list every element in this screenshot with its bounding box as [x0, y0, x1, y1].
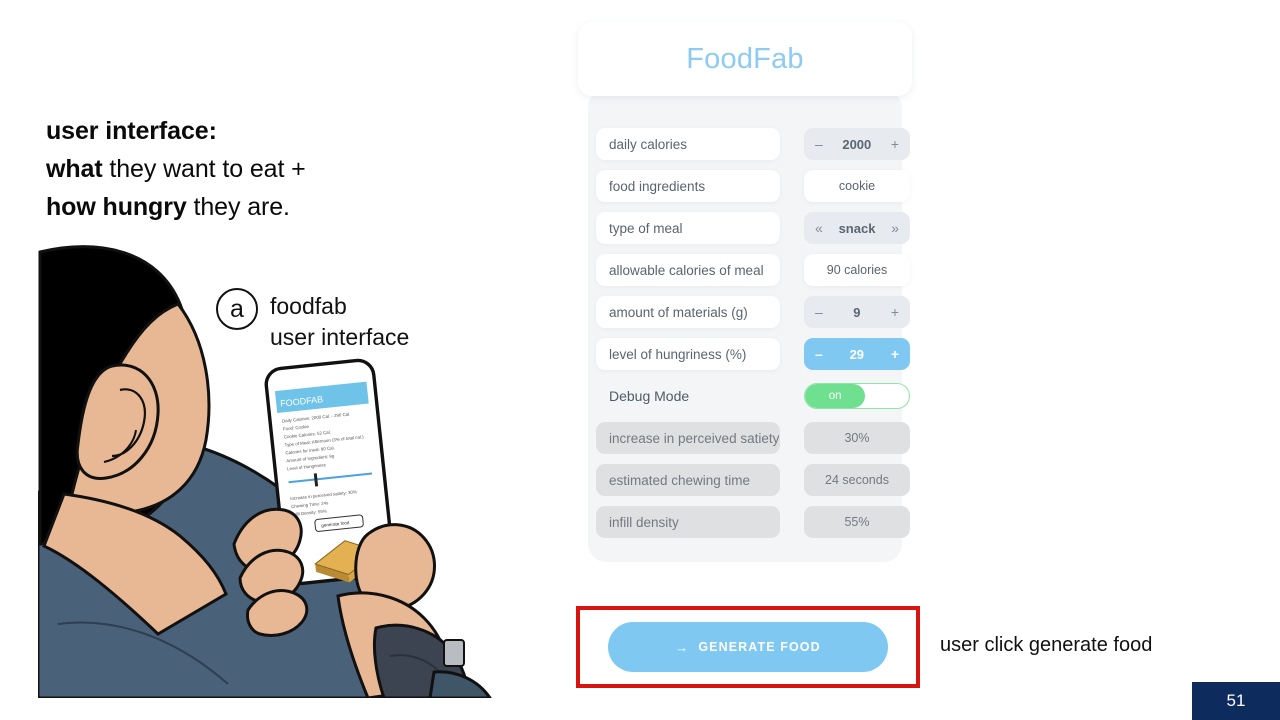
arrow-right-icon: →: [675, 639, 690, 655]
toggle-debug-mode[interactable]: on: [804, 383, 910, 409]
row-label-infill-density: infill density: [596, 506, 780, 538]
table-row: amount of materials (g) – 9 +: [596, 296, 912, 328]
row-label-type-of-meal: type of meal: [596, 212, 780, 244]
app-header: FoodFab: [578, 22, 912, 96]
row-label-perceived-satiety: increase in perceived satiety: [596, 422, 780, 454]
headline-line-3: how hungry they are.: [46, 188, 546, 226]
row-label-daily-calories: daily calories: [596, 128, 780, 160]
value-chewing-time: 24 seconds: [804, 464, 910, 496]
table-row: infill density 55%: [596, 506, 912, 538]
minus-icon[interactable]: –: [815, 137, 823, 151]
table-row: level of hungriness (%) – 29 +: [596, 338, 912, 370]
value-perceived-satiety: 30%: [804, 422, 910, 454]
chevron-left-icon[interactable]: «: [815, 221, 823, 235]
plus-icon[interactable]: +: [891, 347, 899, 361]
foodfab-app-mock: FoodFab daily calories – 2000 + food ing…: [578, 22, 912, 562]
generate-food-highlight-box: → GENERATE FOOD: [576, 606, 920, 688]
stepper-amount-of-materials[interactable]: – 9 +: [804, 296, 910, 328]
value-daily-calories: 2000: [842, 136, 872, 152]
headline-line-2: what they want to eat +: [46, 150, 546, 188]
headline-line-2-rest: they want to eat +: [102, 155, 306, 183]
table-row: estimated chewing time 24 seconds: [596, 464, 912, 496]
annotation-click-note: user click generate food: [940, 634, 1153, 656]
plus-icon[interactable]: +: [891, 305, 899, 319]
stepper-daily-calories[interactable]: – 2000 +: [804, 128, 910, 160]
value-infill-density: 55%: [804, 506, 910, 538]
row-label-allowable-calories: allowable calories of meal: [596, 254, 780, 286]
table-row: food ingredients cookie: [596, 170, 912, 202]
value-food-ingredients[interactable]: cookie: [804, 170, 910, 202]
row-label-food-ingredients: food ingredients: [596, 170, 780, 202]
row-label-chewing-time: estimated chewing time: [596, 464, 780, 496]
row-label-level-of-hungriness: level of hungriness (%): [596, 338, 780, 370]
chevron-right-icon[interactable]: »: [891, 221, 899, 235]
selector-type-of-meal[interactable]: « snack »: [804, 212, 910, 244]
settings-row-list: daily calories – 2000 + food ingredients…: [596, 128, 912, 548]
headline-line-3-rest: they are.: [186, 193, 290, 221]
table-row: allowable calories of meal 90 calories: [596, 254, 912, 286]
page-title: user interface: what they want to eat + …: [46, 112, 546, 226]
headline-line-2-bold: what: [46, 155, 103, 183]
minus-icon[interactable]: –: [815, 305, 823, 319]
row-label-debug-mode: Debug Mode: [609, 388, 690, 404]
plus-icon[interactable]: +: [891, 137, 899, 151]
row-label-amount-of-materials: amount of materials (g): [596, 296, 780, 328]
illustration-person-holding-phone: FOODFAB Daily Calories: 2000 Cal. - 290 …: [38, 244, 508, 698]
toggle-debug-mode-state: on: [805, 384, 866, 408]
slide-canvas: user interface: what they want to eat + …: [0, 0, 1280, 720]
headline-line-1: user interface:: [46, 112, 546, 150]
table-row: Debug Mode on: [596, 380, 912, 412]
value-allowable-calories: 90 calories: [804, 254, 910, 286]
value-amount-of-materials: 9: [853, 304, 861, 320]
value-level-of-hungriness: 29: [849, 346, 865, 362]
app-title: FoodFab: [686, 42, 804, 75]
stepper-level-of-hungriness[interactable]: – 29 +: [804, 338, 910, 370]
value-type-of-meal: snack: [838, 220, 876, 236]
table-row: type of meal « snack »: [596, 212, 912, 244]
page-number: 51: [1192, 682, 1280, 720]
headline-line-3-bold: how hungry: [46, 193, 187, 221]
headline-line-1-bold: user interface:: [46, 117, 217, 145]
generate-food-button[interactable]: → GENERATE FOOD: [608, 622, 888, 672]
minus-icon[interactable]: –: [815, 347, 823, 361]
table-row: daily calories – 2000 +: [596, 128, 912, 160]
generate-food-button-label: GENERATE FOOD: [698, 640, 821, 654]
table-row: increase in perceived satiety 30%: [596, 422, 912, 454]
